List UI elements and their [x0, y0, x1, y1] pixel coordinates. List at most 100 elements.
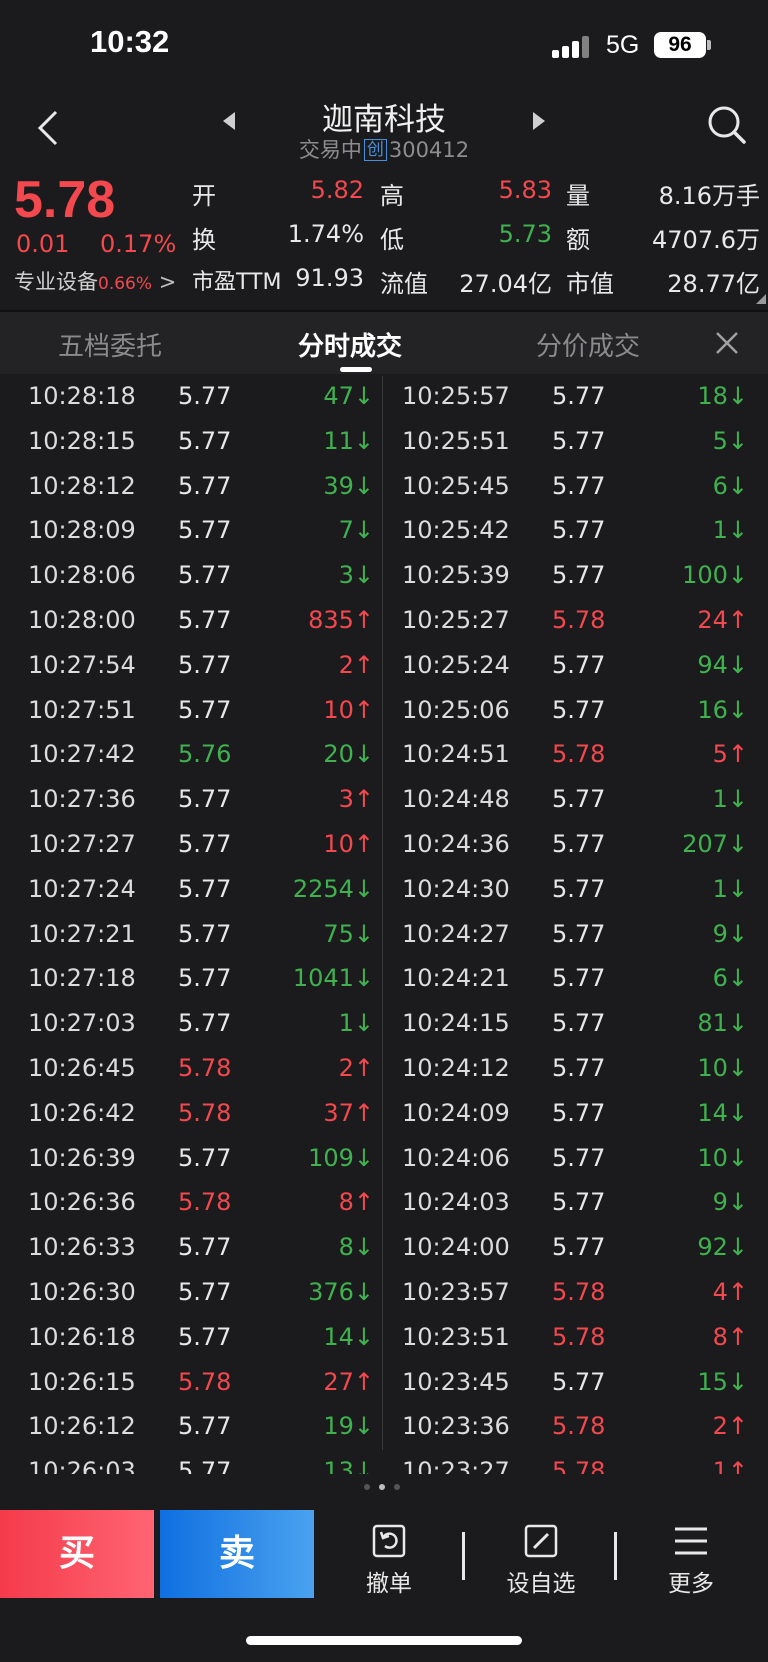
- trade-time: 10:25:51: [402, 426, 510, 455]
- trade-volume: 1↓: [712, 516, 748, 545]
- cancel-order-button[interactable]: 撤单: [334, 1524, 444, 1598]
- trade-time: 10:26:42: [28, 1098, 136, 1127]
- trade-price: 5.77: [178, 1233, 232, 1262]
- volume-value: 8.16万手: [658, 182, 760, 210]
- sector-link[interactable]: 专业设备0.66% >: [14, 266, 176, 296]
- trade-row: 10:27:03 5.77 1↓: [28, 999, 374, 1044]
- tab-order-book[interactable]: 五档委托: [58, 326, 162, 363]
- trade-price: 5.77: [552, 1053, 606, 1082]
- trade-row: 10:28:06 5.77 3↓: [28, 551, 374, 596]
- trade-volume: 18↓: [697, 382, 748, 410]
- trade-row: 10:26:30 5.77 376↓: [28, 1268, 374, 1313]
- expand-corner-icon[interactable]: [756, 294, 766, 304]
- trade-row: 10:27:24 5.77 2254↓: [28, 865, 374, 910]
- more-button[interactable]: 更多: [636, 1524, 746, 1598]
- trade-time: 10:23:57: [402, 1277, 510, 1306]
- trade-time: 10:26:45: [28, 1053, 136, 1082]
- trade-row: 10:24:30 5.77 1↓: [402, 865, 748, 910]
- trade-volume: 10↑: [323, 695, 374, 724]
- trade-volume: 3↑: [338, 785, 374, 814]
- trade-volume: 75↓: [323, 919, 374, 948]
- trade-price: 5.78: [552, 1457, 606, 1474]
- trade-price: 5.78: [178, 1098, 232, 1127]
- trade-time: 10:24:00: [402, 1233, 510, 1262]
- trade-row: 10:25:42 5.77 1↓: [402, 506, 748, 551]
- search-icon[interactable]: [706, 104, 748, 146]
- trade-price: 5.77: [178, 1412, 232, 1441]
- trade-price: 5.77: [178, 829, 232, 858]
- trade-time: 10:26:36: [28, 1188, 136, 1217]
- turnover-value: 1.74%: [287, 220, 364, 248]
- trade-row: 10:25:39 5.77 100↓: [402, 551, 748, 596]
- trade-time: 10:27:18: [28, 964, 136, 993]
- trade-volume: 109↓: [308, 1143, 374, 1172]
- trade-time: 10:26:30: [28, 1277, 136, 1306]
- cancel-order-label: 撤单: [366, 1571, 412, 1597]
- trade-volume: 1↓: [338, 1009, 374, 1038]
- stock-subtitle: 交易中创 300412: [0, 134, 768, 164]
- trade-time: 10:25:27: [402, 605, 510, 634]
- trade-time: 10:28:09: [28, 516, 136, 545]
- trade-row: 10:25:27 5.78 24↑: [402, 596, 748, 641]
- trade-row: 10:25:24 5.77 94↓: [402, 641, 748, 686]
- trade-price: 5.77: [178, 919, 232, 948]
- float-cap-value: 27.04亿: [459, 270, 552, 298]
- sell-button[interactable]: 卖: [160, 1510, 314, 1598]
- trade-volume: 6↓: [712, 964, 748, 993]
- low-value: 5.73: [498, 220, 552, 248]
- trade-time: 10:24:15: [402, 1009, 510, 1038]
- trades-column-right: 10:25:57 5.77 18↓ 10:25:51 5.77 5↓ 10:25:45 5.7…: [402, 376, 748, 1474]
- trade-row: 10:26:36 5.78 8↑: [28, 1178, 374, 1223]
- trade-row: 10:28:18 5.77 47↓: [28, 376, 374, 417]
- tab-tick-trades[interactable]: 分时成交: [298, 326, 402, 363]
- status-bar: 10:32 5G 96: [0, 0, 768, 90]
- trade-row: 10:28:15 5.77 11↓: [28, 417, 374, 462]
- trade-volume: 2↑: [338, 650, 374, 679]
- trades-list[interactable]: 10:28:18 5.77 47↓ 10:28:15 5.77 11↓ 10:28:12 5.…: [0, 376, 768, 1474]
- turnover-label: 换: [192, 226, 216, 254]
- next-stock-icon[interactable]: [532, 112, 546, 130]
- battery-icon: 96: [654, 32, 706, 58]
- trade-row: 10:26:45 5.78 2↑: [28, 1044, 374, 1089]
- trade-row: 10:26:12 5.77 19↓: [28, 1402, 374, 1447]
- trade-time: 10:24:09: [402, 1098, 510, 1127]
- trade-price: 5.77: [178, 1457, 232, 1474]
- open-label: 开: [192, 182, 216, 210]
- trade-row: 10:27:42 5.76 20↓: [28, 730, 374, 775]
- trade-volume: 11↓: [323, 426, 374, 455]
- trade-row: 10:26:18 5.77 14↓: [28, 1313, 374, 1358]
- trade-volume: 8↑: [338, 1188, 374, 1217]
- trade-price: 5.77: [552, 829, 606, 858]
- close-icon[interactable]: [714, 330, 740, 356]
- trade-row: 10:27:54 5.77 2↑: [28, 641, 374, 686]
- trade-price: 5.77: [178, 650, 232, 679]
- trade-price: 5.76: [178, 740, 232, 769]
- buy-button[interactable]: 买: [0, 1510, 154, 1598]
- trade-row: 10:28:09 5.77 7↓: [28, 506, 374, 551]
- trade-row: 10:23:45 5.77 15↓: [402, 1358, 748, 1403]
- stock-name: 迦南科技: [322, 102, 446, 138]
- trade-volume: 16↓: [697, 695, 748, 724]
- trade-volume: 1↓: [712, 785, 748, 814]
- trade-price: 5.77: [552, 1143, 606, 1172]
- status-time: 10:32: [90, 24, 170, 59]
- current-price: 5.78: [14, 171, 116, 229]
- trade-price: 5.78: [178, 1367, 232, 1396]
- add-watchlist-button[interactable]: 设自选: [486, 1524, 596, 1598]
- trade-volume: 1↓: [712, 874, 748, 903]
- trade-row: 10:24:00 5.77 92↓: [402, 1223, 748, 1268]
- high-label: 高: [380, 182, 404, 210]
- tab-price-trades[interactable]: 分价成交: [536, 326, 640, 363]
- trade-row: 10:24:48 5.77 1↓: [402, 775, 748, 820]
- trade-row: 10:26:03 5.77 13↓: [28, 1447, 374, 1474]
- trade-price: 5.77: [552, 1009, 606, 1038]
- more-label: 更多: [668, 1571, 714, 1597]
- trade-time: 10:27:21: [28, 919, 136, 948]
- trade-price: 5.78: [552, 1322, 606, 1351]
- trade-row: 10:26:42 5.78 37↑: [28, 1089, 374, 1134]
- home-indicator[interactable]: [246, 1636, 522, 1645]
- trade-row: 10:24:21 5.77 6↓: [402, 954, 748, 999]
- trade-row: 10:24:09 5.77 14↓: [402, 1089, 748, 1134]
- trade-price: 5.77: [552, 1188, 606, 1217]
- trade-row: 10:26:15 5.78 27↑: [28, 1358, 374, 1403]
